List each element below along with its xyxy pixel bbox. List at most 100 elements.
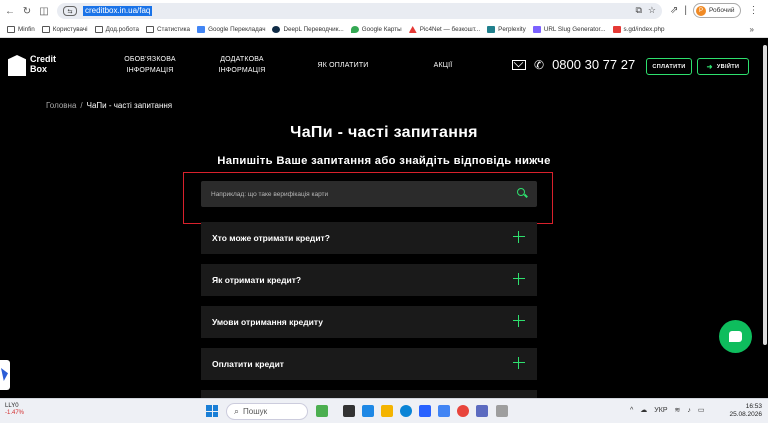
chrome-icon[interactable]	[457, 405, 469, 417]
language-indicator[interactable]: УКР	[654, 407, 667, 414]
address-bar[interactable]: ⇆ creditbox.in.ua/faq ⧉ ☆	[57, 3, 662, 19]
menu-dots-icon[interactable]: ⋮	[749, 5, 759, 16]
faq-item[interactable]	[201, 390, 537, 398]
url-text[interactable]: creditbox.in.ua/faq	[83, 6, 153, 16]
bookmark-folder[interactable]: Дод.робота	[94, 26, 139, 33]
logo[interactable]: Credit Box	[8, 52, 74, 82]
pic4net-icon	[408, 26, 417, 33]
mail-icon[interactable]	[512, 59, 526, 70]
chat-button[interactable]	[719, 320, 752, 353]
plus-icon[interactable]	[513, 273, 525, 285]
page-title: ЧаПи - часті запитання	[290, 124, 478, 141]
google-translate-icon	[197, 26, 206, 33]
nav-how-to-pay[interactable]: ЯК ОПЛАТИТИ	[305, 60, 381, 71]
system-tray: ^ ☁ УКР ≋ ♪ ▭	[630, 406, 705, 415]
bookmark-link[interactable]: Pic4Net — безкошт...	[408, 26, 480, 33]
contact-block: ✆ 0800 30 77 27	[512, 57, 635, 72]
ticker-change: -1.47%	[5, 410, 25, 416]
logo-cube-icon	[8, 55, 26, 76]
plus-icon[interactable]	[513, 357, 525, 369]
clock-date: 25.08.2026	[729, 411, 762, 418]
search-input[interactable]	[211, 181, 511, 207]
install-icon[interactable]: ⧉	[635, 5, 641, 16]
taskbar-search-label: Пошук	[243, 407, 268, 416]
nav-mandatory-info[interactable]: ОБОВ'ЯЗКОВА ІНФОРМАЦІЯ	[110, 54, 190, 76]
snipping-tool-icon[interactable]	[496, 405, 508, 417]
widgets-icon[interactable]	[316, 405, 328, 417]
bookmark-link[interactable]: s.gd/index.php	[612, 26, 665, 33]
teams-icon[interactable]	[362, 405, 374, 417]
taskbar-search[interactable]: ⌕ Пошук	[226, 403, 308, 420]
wifi-icon[interactable]: ≋	[675, 406, 681, 414]
bookmark-link[interactable]: URL Slug Generator...	[532, 26, 606, 33]
bookmark-folder[interactable]: Статистика	[145, 26, 190, 33]
chevron-up-icon[interactable]: ^	[630, 407, 633, 414]
folder-icon	[41, 26, 50, 33]
more-bookmarks-icon[interactable]: »	[750, 25, 754, 34]
edge-icon[interactable]	[400, 405, 412, 417]
onedrive-icon[interactable]: ☁	[640, 406, 647, 414]
login-button[interactable]: ➜ УВІЙТИ	[697, 58, 749, 75]
perplexity-icon	[487, 26, 496, 33]
divider-icon: |	[684, 5, 687, 16]
ticker-name: LLY0	[5, 403, 19, 409]
task-view-icon[interactable]	[343, 405, 355, 417]
breadcrumb-separator: /	[80, 101, 83, 110]
battery-icon[interactable]: ▭	[698, 406, 705, 414]
bookmark-folder[interactable]: Minfin	[7, 26, 35, 33]
faq-question: Умови отримання кредиту	[212, 317, 323, 327]
faq-item[interactable]: Умови отримання кредиту	[201, 306, 537, 338]
sidebar-icon[interactable]: ◫	[37, 4, 51, 18]
windows-start-icon[interactable]	[206, 405, 218, 417]
url-slug-icon	[532, 26, 541, 33]
nav-additional-info[interactable]: ДОДАТКОВА ІНФОРМАЦІЯ	[202, 54, 282, 76]
logo-text: Credit Box	[30, 54, 57, 74]
search-icon: ⌕	[234, 406, 240, 416]
nav-promotions[interactable]: АКЦІЇ	[423, 60, 463, 71]
faq-question: Як отримати кредит?	[212, 275, 302, 285]
login-icon: ➜	[706, 63, 713, 71]
reload-icon[interactable]: ↻	[20, 4, 34, 18]
search-icon[interactable]	[517, 188, 527, 198]
breadcrumb-home[interactable]: Головна	[46, 101, 76, 110]
file-explorer-icon[interactable]	[381, 405, 393, 417]
profile-button[interactable]: Р Робочий	[693, 3, 741, 18]
recaptcha-badge	[0, 360, 10, 390]
bookmark-star-icon[interactable]: ☆	[648, 5, 656, 16]
isgd-icon	[612, 26, 621, 33]
faq-item[interactable]: Як отримати кредит?	[201, 264, 537, 296]
bookmarks-bar: Minfin Користувачі Дод.робота Статистика…	[0, 22, 768, 38]
plus-icon[interactable]	[513, 231, 525, 243]
bookmark-link[interactable]: Google Карты	[350, 26, 402, 33]
bookmark-folder[interactable]: Користувачі	[41, 26, 88, 33]
bookmark-link[interactable]: Google Перекладач	[197, 26, 265, 33]
faq-item[interactable]: Оплатити кредит	[201, 348, 537, 380]
breadcrumb-current: ЧаПи - часті запитання	[86, 101, 173, 110]
stock-widget[interactable]: LLY0 -1.47%	[5, 403, 24, 417]
faq-question: Оплатити кредит	[212, 359, 284, 369]
site-header: Credit Box ОБОВ'ЯЗКОВА ІНФОРМАЦІЯ ДОДАТК…	[0, 38, 768, 93]
scrollbar-thumb[interactable]	[763, 45, 767, 345]
login-label: УВІЙТИ	[716, 63, 740, 70]
profile-label: Робочий	[709, 7, 735, 14]
bookmark-link[interactable]: Perplexity	[487, 26, 526, 33]
faq-question: Хто може отримати кредит?	[212, 233, 330, 243]
back-icon[interactable]: ←	[3, 4, 17, 18]
bookmark-link[interactable]: DeepL Переводчик...	[272, 26, 344, 33]
extensions-icon[interactable]: ⇗	[670, 5, 678, 16]
photos-icon[interactable]	[438, 405, 450, 417]
page-subtitle: Напишіть Ваше запитання або знайдіть від…	[217, 155, 551, 167]
chrome-actions: ⇗ | Р Робочий ⋮	[670, 3, 759, 18]
pay-button[interactable]: СПЛАТИТИ	[646, 58, 692, 75]
search-box	[201, 181, 537, 207]
notepad-icon[interactable]	[476, 405, 488, 417]
clock[interactable]: 16:53 25.08.2026	[726, 403, 762, 419]
store-icon[interactable]	[419, 405, 431, 417]
phone-number[interactable]: 0800 30 77 27	[552, 57, 635, 72]
faq-item[interactable]: Хто може отримати кредит?	[201, 222, 537, 254]
maps-pin-icon	[350, 26, 359, 33]
volume-icon[interactable]: ♪	[687, 407, 691, 414]
site-info-icon[interactable]: ⇆	[63, 6, 77, 16]
omnibox-actions: ⧉ ☆	[635, 5, 656, 16]
plus-icon[interactable]	[513, 315, 525, 327]
